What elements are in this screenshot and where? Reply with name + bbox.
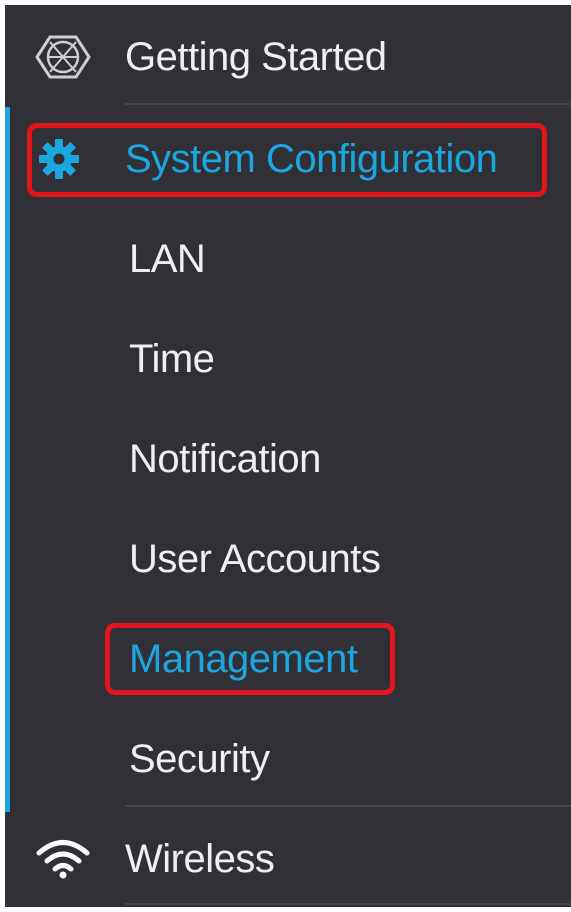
nav-subitem-label: Management [129,637,358,681]
nav-subitem-notification[interactable]: Notification [5,431,571,487]
gear-icon [35,137,83,181]
nav-subitem-user-accounts[interactable]: User Accounts [5,531,571,587]
navigation-sidebar: Getting Started System Configuration LAN… [5,5,571,907]
nav-item-label: Getting Started [125,35,387,79]
nav-item-label: System Configuration [125,137,498,181]
nav-subitem-label: Notification [129,437,321,481]
divider [125,903,571,905]
divider [125,103,571,105]
globe-icon [33,33,93,81]
nav-subitem-label: User Accounts [129,537,381,581]
nav-item-label: Wireless [125,837,275,881]
nav-subitem-management[interactable]: Management [5,631,571,687]
nav-subitem-lan[interactable]: LAN [5,231,571,287]
nav-subitem-label: Security [129,737,270,781]
nav-subitem-time[interactable]: Time [5,331,571,387]
nav-item-system-configuration[interactable]: System Configuration [5,129,571,189]
nav-subitem-label: LAN [129,237,206,281]
divider [125,805,571,807]
nav-item-getting-started[interactable]: Getting Started [5,27,571,87]
nav-item-wireless[interactable]: Wireless [5,829,571,889]
nav-subitem-label: Time [129,337,215,381]
nav-subitem-security[interactable]: Security [5,731,571,787]
wifi-icon [33,837,93,881]
